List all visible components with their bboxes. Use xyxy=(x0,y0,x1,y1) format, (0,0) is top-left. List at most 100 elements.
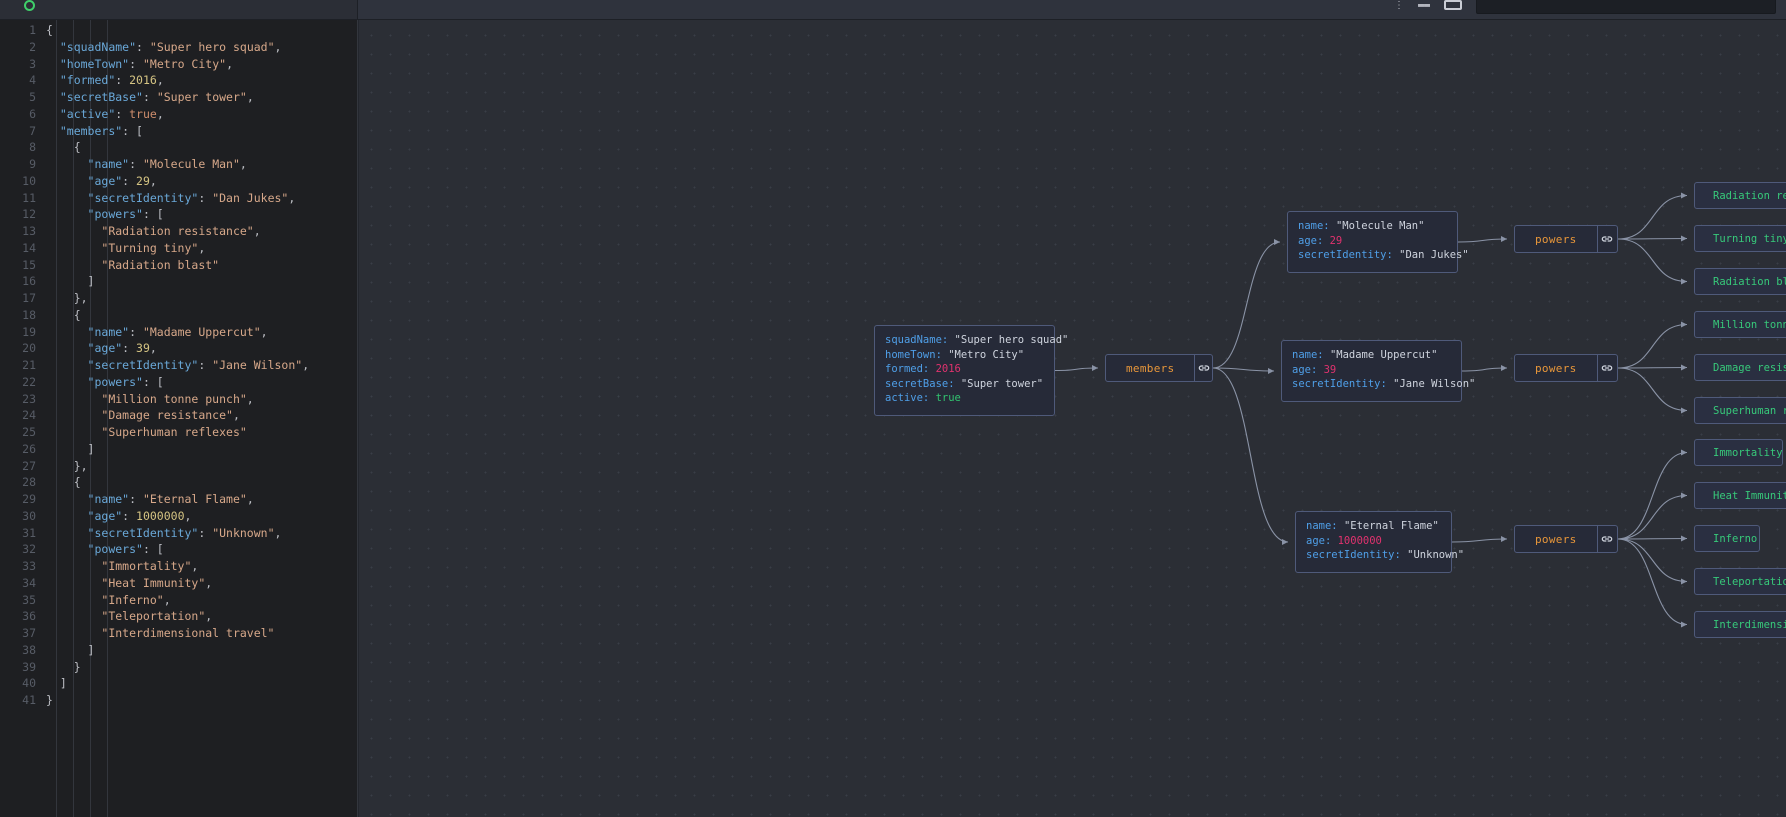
code-line[interactable]: 20 "age": 39, xyxy=(0,340,357,357)
chain-link-icon[interactable] xyxy=(1597,526,1617,552)
code-line[interactable]: 32 "powers": [ xyxy=(0,541,357,558)
code-line[interactable]: 29 "name": "Eternal Flame", xyxy=(0,491,357,508)
line-content: "Heat Immunity", xyxy=(46,575,212,592)
code-line[interactable]: 23 "Million tonne punch", xyxy=(0,391,357,408)
property-value: "Jane Wilson" xyxy=(1393,378,1476,390)
settings-icon[interactable]: ▬▬ xyxy=(1418,0,1430,11)
code-line[interactable]: 8 { xyxy=(0,139,357,156)
graph-root-node[interactable]: squadName: "Super hero squad" homeTown: "… xyxy=(874,325,1068,416)
property-value: "Eternal Flame" xyxy=(1343,520,1439,532)
code-line[interactable]: 28 { xyxy=(0,474,357,491)
code-line[interactable]: 31 "secretIdentity": "Unknown", xyxy=(0,525,357,542)
token-pun: : xyxy=(129,56,143,71)
code-line[interactable]: 26 ] xyxy=(0,441,357,458)
graph-node-members[interactable]: members xyxy=(1105,354,1213,382)
line-number: 33 xyxy=(22,559,36,573)
code-line[interactable]: 40 ] xyxy=(0,675,357,692)
code-line[interactable]: 22 "powers": [ xyxy=(0,374,357,391)
code-line[interactable]: 38 ] xyxy=(0,642,357,659)
token-str: "Turning tiny" xyxy=(101,240,199,255)
graph-member-node[interactable]: name: "Madame Uppercut" age: 39 secretIden… xyxy=(1281,340,1475,402)
property-key: active: xyxy=(885,392,936,404)
code-line[interactable]: 18 { xyxy=(0,307,357,324)
more-icon[interactable]: ⋮ xyxy=(1394,0,1404,11)
code-line[interactable]: 1{ xyxy=(0,22,357,39)
code-line[interactable]: 35 "Inferno", xyxy=(0,592,357,609)
line-content: { xyxy=(46,22,53,39)
graph-leaf-node[interactable]: Inferno xyxy=(1694,525,1760,552)
line-content: "name": "Madame Uppercut", xyxy=(46,324,268,341)
token-br: } xyxy=(46,693,53,707)
property-key: name: xyxy=(1306,520,1344,532)
line-number: 5 xyxy=(29,90,36,104)
chain-link-icon[interactable] xyxy=(1195,355,1212,381)
graph-leaf-node[interactable]: Radiation blast xyxy=(1694,268,1786,295)
property-value: 29 xyxy=(1329,234,1343,247)
graph-leaf-node[interactable]: Million tonne punch xyxy=(1694,311,1786,338)
code-line[interactable]: 7 "members": [ xyxy=(0,123,357,140)
code-line[interactable]: 37 "Interdimensional travel" xyxy=(0,625,357,642)
code-line[interactable]: 17 }, xyxy=(0,290,357,307)
chain-link-icon[interactable] xyxy=(1597,226,1617,252)
code-line[interactable]: 41} xyxy=(0,692,357,709)
code-line[interactable]: 4 "formed": 2016, xyxy=(0,72,357,89)
graph-leaf-node[interactable]: Interdimensional travel xyxy=(1694,611,1786,638)
token-pun: : xyxy=(129,157,143,171)
token-pun: , xyxy=(149,341,157,356)
property-key: homeTown: xyxy=(885,348,949,361)
panel-icon[interactable] xyxy=(1444,0,1462,10)
line-number: 17 xyxy=(22,291,36,305)
graph-leaf-node[interactable]: Superhuman reflexes xyxy=(1694,397,1786,424)
code-line[interactable]: 34 "Heat Immunity", xyxy=(0,575,357,592)
code-line[interactable]: 13 "Radiation resistance", xyxy=(0,223,357,240)
graph-leaf-node[interactable]: Heat Immunity xyxy=(1694,482,1786,509)
code-line[interactable]: 25 "Superhuman reflexes" xyxy=(0,424,357,441)
graph-member-node[interactable]: name: "Eternal Flame" age: 1000000 secretI… xyxy=(1295,511,1464,573)
graph-leaf-node[interactable]: Radiation resistance xyxy=(1694,182,1786,209)
token-key: "secretIdentity" xyxy=(87,358,199,372)
code-line[interactable]: 15 "Radiation blast" xyxy=(0,257,357,274)
code-line[interactable]: 27 }, xyxy=(0,458,357,475)
code-line[interactable]: 2 "squadName": "Super hero squad", xyxy=(0,39,357,56)
search-input[interactable] xyxy=(1476,0,1776,14)
chain-link-icon[interactable] xyxy=(1597,355,1617,381)
code-line[interactable]: 36 "Teleportation", xyxy=(0,608,357,625)
token-pun: , xyxy=(302,358,310,372)
code-line[interactable]: 39 } xyxy=(0,659,357,676)
code-line[interactable]: 33 "Immortality", xyxy=(0,558,357,575)
json-graph-canvas[interactable]: squadName: "Super hero squad" homeTown: "… xyxy=(359,20,1786,817)
code-line[interactable]: 21 "secretIdentity": "Jane Wilson", xyxy=(0,357,357,374)
token-key: "name" xyxy=(87,492,130,506)
code-line[interactable]: 3 "homeTown": "Metro City", xyxy=(0,56,357,73)
line-content: "active": true, xyxy=(46,106,164,123)
code-line[interactable]: 24 "Damage resistance", xyxy=(0,407,357,424)
node-label: powers xyxy=(1535,232,1577,246)
graph-edge xyxy=(1617,364,1688,371)
line-number: 27 xyxy=(22,458,36,473)
token-br: } xyxy=(73,659,81,674)
graph-leaf-node[interactable]: Teleportation xyxy=(1694,568,1786,595)
code-line[interactable]: 16 ] xyxy=(0,273,357,290)
json-code-editor[interactable]: 1{2 "squadName": "Super hero squad", 3 "h… xyxy=(0,20,358,817)
code-line[interactable]: 14 "Turning tiny", xyxy=(0,240,357,257)
graph-node-powers[interactable]: powers xyxy=(1514,225,1618,253)
graph-member-node[interactable]: name: "Molecule Man" age: 29 secretIdentit… xyxy=(1287,211,1469,273)
token-num: 2016 xyxy=(129,73,157,88)
code-line[interactable]: 11 "secretIdentity": "Dan Jukes", xyxy=(0,190,357,207)
code-line[interactable]: 12 "powers": [ xyxy=(0,206,357,223)
graph-node-powers[interactable]: powers xyxy=(1514,525,1618,553)
graph-leaf-node[interactable]: Damage resistance xyxy=(1694,354,1786,381)
graph-leaf-node[interactable]: Immortality xyxy=(1694,439,1783,466)
graph-node-powers[interactable]: powers xyxy=(1514,354,1618,382)
code-line[interactable]: 10 "age": 29, xyxy=(0,173,357,190)
code-line[interactable]: 6 "active": true, xyxy=(0,106,357,123)
code-line[interactable]: 30 "age": 1000000, xyxy=(0,508,357,525)
code-line[interactable]: 5 "secretBase": "Super tower", xyxy=(0,89,357,106)
graph-leaf-node[interactable]: Turning tiny xyxy=(1694,225,1786,252)
token-br: { xyxy=(73,140,81,155)
line-content: "Immortality", xyxy=(46,558,198,575)
code-line[interactable]: 19 "name": "Madame Uppercut", xyxy=(0,324,357,341)
token-pun: , xyxy=(274,525,282,540)
code-line[interactable]: 9 "name": "Molecule Man", xyxy=(0,156,357,173)
line-number: 32 xyxy=(22,542,36,557)
